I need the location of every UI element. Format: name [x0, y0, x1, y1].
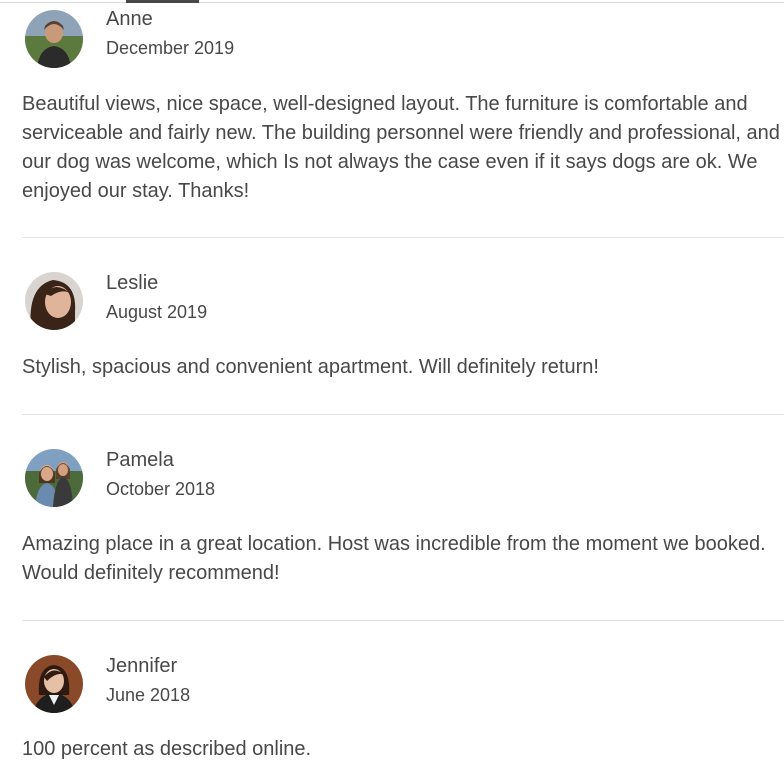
reviewer-name[interactable]: Pamela — [106, 449, 174, 472]
review-divider — [22, 414, 784, 415]
review-text: Stylish, spacious and convenient apartme… — [22, 356, 599, 378]
avatar-photo-icon — [25, 272, 83, 330]
review-date: June 2018 — [106, 685, 191, 705]
reviewer-name[interactable]: Leslie — [106, 272, 158, 295]
reviewer-name[interactable]: Anne — [106, 8, 153, 31]
top-divider — [0, 2, 784, 3]
reviews-page: Anne December 2019 Beautiful views, nice… — [0, 0, 784, 768]
review-text: Amazing place in a great location. Host … — [22, 533, 766, 584]
review-divider — [22, 237, 784, 238]
review-text: 100 percent as described online. — [22, 738, 312, 760]
avatar[interactable] — [25, 449, 83, 507]
reviewer-name[interactable]: Jennifer — [106, 655, 177, 678]
review-divider — [22, 620, 784, 621]
avatar[interactable] — [25, 655, 83, 713]
avatar-photo-icon — [25, 449, 83, 507]
active-tab-indicator — [126, 0, 199, 3]
avatar-photo-icon — [25, 655, 83, 713]
avatar[interactable] — [25, 10, 83, 68]
review-text: Beautiful views, nice space, well-design… — [22, 93, 780, 202]
review-date: August 2019 — [106, 302, 208, 322]
avatar[interactable] — [25, 272, 83, 330]
avatar-photo-icon — [25, 10, 83, 68]
review-date: October 2018 — [106, 479, 216, 499]
review-date: December 2019 — [106, 38, 235, 58]
